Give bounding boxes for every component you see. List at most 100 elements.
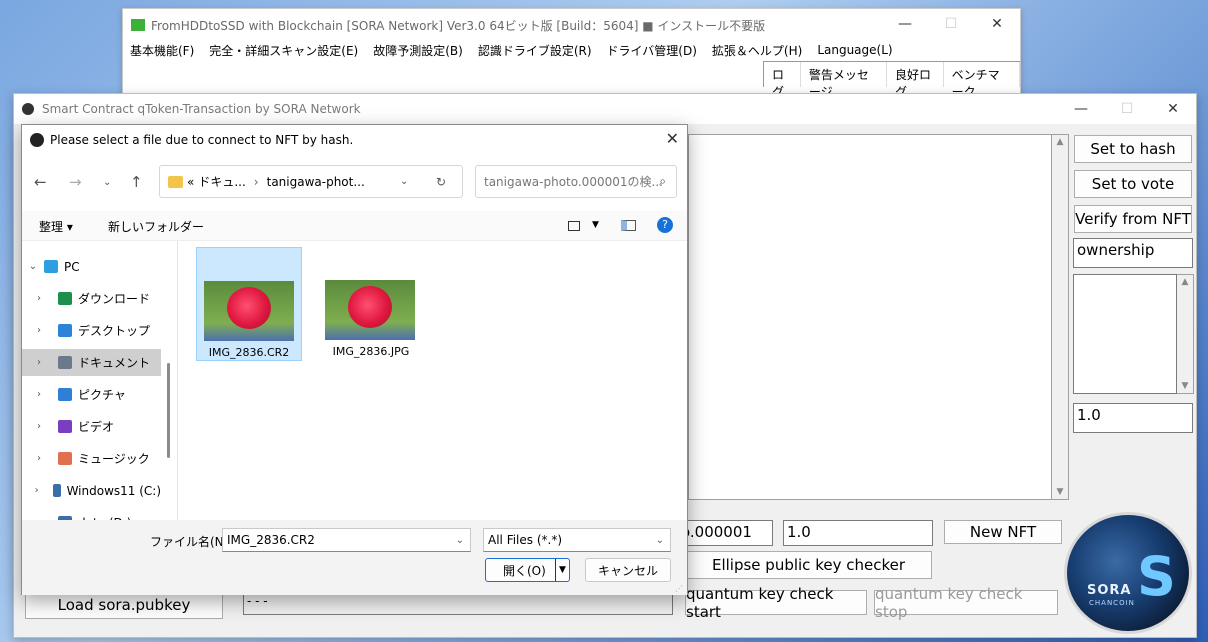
sora-logo: SORA CHANCOIN S xyxy=(1064,512,1192,634)
listbox-scrollbar[interactable]: ▲ ▼ xyxy=(1177,274,1194,394)
cancel-button[interactable]: キャンセル xyxy=(585,558,671,582)
nav-item[interactable]: › デスクトップ xyxy=(22,317,161,344)
dialog-footer: ファイル名(N): IMG_2836.CR2 ⌄ All Files (*.*)… xyxy=(22,520,687,595)
token-id-field[interactable]: o.000001 xyxy=(677,520,773,546)
chevron-right-icon[interactable]: › xyxy=(22,325,44,336)
window-title-bar: FromHDDtoSSD with Blockchain [SORA Netwo… xyxy=(131,15,765,35)
file-type-select[interactable]: All Files (*.*) ⌄ xyxy=(483,528,671,552)
output-scrollbar[interactable]: ▲ ▼ xyxy=(1052,134,1069,500)
nav-item[interactable]: › ビデオ xyxy=(22,413,161,440)
minimize-icon[interactable]: — xyxy=(882,9,928,39)
quantum-check-start-button[interactable]: quantum key check start xyxy=(685,585,867,621)
resize-grip-icon[interactable]: ⋰ xyxy=(675,584,683,593)
chevron-right-icon[interactable]: › xyxy=(22,293,44,304)
view-mode-icon[interactable] xyxy=(568,221,580,231)
nav-item[interactable]: › Windows11 (C:) xyxy=(22,477,161,504)
recent-chevron-icon[interactable]: ⌄ xyxy=(103,177,111,188)
scroll-down-icon[interactable]: ▼ xyxy=(1177,381,1193,391)
window-title: FromHDDtoSSD with Blockchain [SORA Netwo… xyxy=(151,18,766,33)
address-dropdown-icon[interactable]: ⌄ xyxy=(400,176,408,187)
breadcrumb-overflow[interactable]: « xyxy=(187,175,194,189)
nav-scrollbar-thumb[interactable] xyxy=(167,363,170,458)
maximize-icon[interactable]: ☐ xyxy=(1104,94,1150,124)
caption-buttons: — ☐ ✕ xyxy=(882,9,1020,39)
folder-icon xyxy=(168,175,183,188)
breadcrumb-folder[interactable]: tanigawa-phot... xyxy=(267,175,365,189)
value-field[interactable]: 1.0 xyxy=(1073,403,1193,433)
tab-benchmark[interactable]: ベンチマーク xyxy=(944,62,1020,99)
close-icon[interactable]: ✕ xyxy=(666,129,679,148)
chevron-down-icon[interactable]: ⌄ xyxy=(456,535,464,546)
set-to-hash-button[interactable]: Set to hash xyxy=(1074,135,1192,163)
search-icon[interactable]: ⌕ xyxy=(659,174,666,189)
load-pubkey-button[interactable]: Load sora.pubkey xyxy=(25,591,223,619)
file-item[interactable]: IMG_2836.JPG xyxy=(318,247,424,361)
chevron-right-icon[interactable]: › xyxy=(22,357,44,368)
menu-item[interactable]: 認識ドライブ設定(R) xyxy=(478,42,592,59)
menu-item[interactable]: ドライバ管理(D) xyxy=(607,42,697,59)
vote-listbox[interactable] xyxy=(1073,274,1177,394)
menu-item[interactable]: 基本機能(F) xyxy=(130,42,194,59)
menu-item[interactable]: Language(L) xyxy=(817,43,892,57)
search-input[interactable]: tanigawa-photo.000001の検... ⌕ xyxy=(475,165,677,198)
scroll-up-icon[interactable]: ▲ xyxy=(1177,277,1193,287)
view-dropdown-icon[interactable]: ▼ xyxy=(592,220,599,230)
chevron-right-icon[interactable]: › xyxy=(22,421,44,432)
scroll-down-icon[interactable]: ▼ xyxy=(1052,487,1068,497)
output-textarea[interactable] xyxy=(688,134,1052,500)
nav-item[interactable]: › ダウンロード xyxy=(22,285,161,312)
file-name: IMG_2836.JPG xyxy=(332,345,410,358)
drive-icon xyxy=(53,484,61,497)
chevron-right-icon[interactable]: › xyxy=(22,453,44,464)
new-nft-button[interactable]: New NFT xyxy=(944,520,1062,544)
file-item[interactable]: IMG_2836.CR2 xyxy=(196,247,302,361)
tab-warnings[interactable]: 警告メッセージ xyxy=(801,62,887,99)
amount-field[interactable]: 1.0 xyxy=(783,520,933,546)
tab-log[interactable]: ログ xyxy=(764,62,801,99)
address-bar[interactable]: « ドキュ... › tanigawa-phot... ⌄ ↻ xyxy=(159,165,463,198)
tab-good-log[interactable]: 良好ログ xyxy=(887,62,944,99)
image-thumbnail xyxy=(325,280,415,340)
ownership-field[interactable]: ownership xyxy=(1073,238,1193,268)
chevron-right-icon[interactable]: › xyxy=(22,389,44,400)
nav-item[interactable]: › ドキュメント xyxy=(22,349,161,376)
flower-image xyxy=(227,287,271,329)
preview-pane-icon[interactable] xyxy=(621,220,636,231)
organize-button[interactable]: 整理 ▾ xyxy=(39,218,73,235)
navigation-pane[interactable]: ⌄ PC › ダウンロード › デスクトップ › ドキュメント › ピクチャ › ビデオ › ミュージック… xyxy=(22,241,178,520)
menu-item[interactable]: 拡張＆ヘルプ(H) xyxy=(712,42,802,59)
new-folder-button[interactable]: 新しいフォルダー xyxy=(108,218,204,235)
open-button[interactable]: 開く(O) ▼ xyxy=(485,558,570,582)
flower-image xyxy=(348,286,392,328)
file-type-value: All Files (*.*) xyxy=(488,533,563,547)
refresh-icon[interactable]: ↻ xyxy=(436,175,446,189)
logo-glyph: S xyxy=(1137,545,1176,608)
close-icon[interactable]: ✕ xyxy=(974,9,1020,39)
scroll-up-icon[interactable]: ▲ xyxy=(1052,137,1068,147)
open-dropdown-icon[interactable]: ▼ xyxy=(555,559,569,581)
nav-item[interactable]: ›data (D:) xyxy=(22,509,161,520)
verify-from-nft-button[interactable]: Verify from NFT xyxy=(1074,205,1192,233)
nav-item[interactable]: › ピクチャ xyxy=(22,381,161,408)
minimize-icon[interactable]: — xyxy=(1058,94,1104,124)
back-arrow-icon[interactable]: ← xyxy=(34,173,47,191)
quantum-check-stop-button[interactable]: quantum key check stop xyxy=(874,585,1058,621)
file-open-dialog: Please select a file due to connect to N… xyxy=(21,124,688,595)
menu-item[interactable]: 故障予測設定(B) xyxy=(373,42,463,59)
chevron-right-icon[interactable]: › xyxy=(22,485,39,496)
chevron-down-icon[interactable]: ⌄ xyxy=(656,535,664,546)
chevron-down-icon[interactable]: ⌄ xyxy=(22,261,44,272)
forward-arrow-icon[interactable]: → xyxy=(69,173,82,191)
close-icon[interactable]: ✕ xyxy=(1150,94,1196,124)
nav-item-label: ミュージック xyxy=(78,452,150,466)
breadcrumb-documents[interactable]: ドキュ... xyxy=(198,173,245,190)
help-icon[interactable]: ? xyxy=(657,217,673,233)
up-arrow-icon[interactable]: ↑ xyxy=(130,173,143,191)
maximize-icon[interactable]: ☐ xyxy=(928,9,974,39)
filename-input[interactable]: IMG_2836.CR2 ⌄ xyxy=(222,528,471,552)
ellipse-checker-button[interactable]: Ellipse public key checker xyxy=(685,551,932,579)
nav-item[interactable]: › ミュージック xyxy=(22,445,161,472)
set-to-vote-button[interactable]: Set to vote xyxy=(1074,170,1192,198)
menu-item[interactable]: 完全・詳細スキャン設定(E) xyxy=(209,42,358,59)
nav-item[interactable]: ⌄ PC xyxy=(22,253,161,280)
